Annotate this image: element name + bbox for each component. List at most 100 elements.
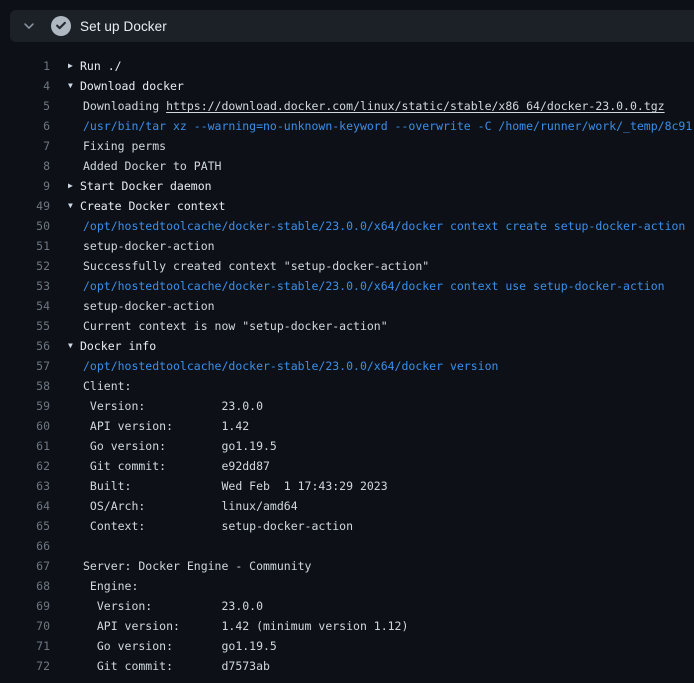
log-group-header[interactable]: ▶Start Docker daemon	[50, 176, 212, 196]
log-row: 65 Context: setup-docker-action	[0, 516, 694, 536]
log-row: 51setup-docker-action	[0, 236, 694, 256]
log-rows: 1▶Run ./4▼Download docker5Downloading ht…	[0, 56, 694, 676]
log-row: 49▼Create Docker context	[0, 196, 694, 216]
log-text: Version: 23.0.0	[83, 596, 263, 616]
check-circle-icon	[51, 16, 71, 36]
line-number[interactable]: 70	[0, 616, 50, 636]
line-number[interactable]: 66	[0, 536, 50, 556]
line-number[interactable]: 6	[0, 116, 50, 136]
log-text: Version: 23.0.0	[83, 396, 263, 416]
log-text: OS/Arch: linux/amd64	[83, 496, 298, 516]
log-group-header[interactable]: ▶Run ./	[50, 56, 122, 76]
log-line: /usr/bin/tar xz --warning=no-unknown-key…	[50, 116, 692, 136]
log-group-header[interactable]: ▼Docker info	[50, 336, 156, 356]
line-number[interactable]: 69	[0, 596, 50, 616]
log-line: Successfully created context "setup-dock…	[50, 256, 429, 276]
log-row: 72 Git commit: d7573ab	[0, 656, 694, 676]
log-line: API version: 1.42 (minimum version 1.12)	[50, 616, 408, 636]
line-number[interactable]: 57	[0, 356, 50, 376]
line-number[interactable]: 9	[0, 176, 50, 196]
log-row: 60 API version: 1.42	[0, 416, 694, 436]
line-number[interactable]: 49	[0, 196, 50, 216]
line-number[interactable]: 7	[0, 136, 50, 156]
log-text: Downloading	[83, 96, 166, 116]
log-group-header[interactable]: ▼Create Docker context	[50, 196, 225, 216]
line-number[interactable]: 64	[0, 496, 50, 516]
chevron-expanded-icon[interactable]: ▼	[68, 76, 80, 96]
log-viewer: 1▶Run ./4▼Download docker5Downloading ht…	[0, 42, 694, 676]
log-text: Context: setup-docker-action	[83, 516, 353, 536]
log-line: /opt/hostedtoolcache/docker-stable/23.0.…	[50, 276, 665, 296]
line-number[interactable]: 65	[0, 516, 50, 536]
log-row: 64 OS/Arch: linux/amd64	[0, 496, 694, 516]
line-number[interactable]: 53	[0, 276, 50, 296]
log-line: Server: Docker Engine - Community	[50, 556, 311, 576]
step-title: Set up Docker	[80, 19, 167, 34]
log-text: Go version: go1.19.5	[83, 436, 277, 456]
log-row: 57/opt/hostedtoolcache/docker-stable/23.…	[0, 356, 694, 376]
log-line: Go version: go1.19.5	[50, 636, 277, 656]
line-number[interactable]: 62	[0, 456, 50, 476]
line-number[interactable]: 68	[0, 576, 50, 596]
log-group-title[interactable]: Create Docker context	[80, 196, 225, 216]
line-number[interactable]: 61	[0, 436, 50, 456]
chevron-collapsed-icon[interactable]: ▶	[68, 56, 80, 76]
log-line: Current context is now "setup-docker-act…	[50, 316, 388, 336]
line-number[interactable]: 55	[0, 316, 50, 336]
log-line: setup-docker-action	[50, 236, 215, 256]
log-text: Git commit: d7573ab	[83, 656, 270, 676]
step-header[interactable]: Set up Docker	[10, 10, 694, 42]
log-text: API version: 1.42 (minimum version 1.12)	[83, 616, 408, 636]
log-command-text: /opt/hostedtoolcache/docker-stable/23.0.…	[83, 356, 498, 376]
log-row: 5Downloading https://download.docker.com…	[0, 96, 694, 116]
log-line: Go version: go1.19.5	[50, 436, 277, 456]
log-link[interactable]: https://download.docker.com/linux/static…	[166, 96, 665, 116]
log-command-text: /opt/hostedtoolcache/docker-stable/23.0.…	[83, 216, 685, 236]
chevron-collapsed-icon[interactable]: ▶	[68, 176, 80, 196]
log-row: 63 Built: Wed Feb 1 17:43:29 2023	[0, 476, 694, 496]
log-text: Added Docker to PATH	[83, 156, 221, 176]
line-number[interactable]: 58	[0, 376, 50, 396]
log-text: Current context is now "setup-docker-act…	[83, 316, 388, 336]
log-row: 50/opt/hostedtoolcache/docker-stable/23.…	[0, 216, 694, 236]
chevron-down-icon[interactable]	[20, 17, 38, 35]
log-row: 71 Go version: go1.19.5	[0, 636, 694, 656]
log-text: Git commit: e92dd87	[83, 456, 270, 476]
log-line: setup-docker-action	[50, 296, 215, 316]
line-number[interactable]: 50	[0, 216, 50, 236]
line-number[interactable]: 4	[0, 76, 50, 96]
log-line: Git commit: e92dd87	[50, 456, 270, 476]
log-row: 68 Engine:	[0, 576, 694, 596]
log-group-title[interactable]: Run ./	[80, 56, 122, 76]
line-number[interactable]: 5	[0, 96, 50, 116]
line-number[interactable]: 71	[0, 636, 50, 656]
log-row: 62 Git commit: e92dd87	[0, 456, 694, 476]
line-number[interactable]: 1	[0, 56, 50, 76]
log-line: Client:	[50, 376, 131, 396]
line-number[interactable]: 59	[0, 396, 50, 416]
log-group-title[interactable]: Start Docker daemon	[80, 176, 212, 196]
log-group-header[interactable]: ▼Download docker	[50, 76, 184, 96]
line-number[interactable]: 56	[0, 336, 50, 356]
log-group-title[interactable]: Download docker	[80, 76, 184, 96]
log-line: Downloading https://download.docker.com/…	[50, 96, 665, 116]
log-line: Fixing perms	[50, 136, 166, 156]
log-line: OS/Arch: linux/amd64	[50, 496, 298, 516]
line-number[interactable]: 60	[0, 416, 50, 436]
log-group-title[interactable]: Docker info	[80, 336, 156, 356]
log-row: 4▼Download docker	[0, 76, 694, 96]
log-line: Version: 23.0.0	[50, 396, 263, 416]
log-row: 9▶Start Docker daemon	[0, 176, 694, 196]
line-number[interactable]: 54	[0, 296, 50, 316]
line-number[interactable]: 63	[0, 476, 50, 496]
line-number[interactable]: 67	[0, 556, 50, 576]
line-number[interactable]: 52	[0, 256, 50, 276]
chevron-expanded-icon[interactable]: ▼	[68, 336, 80, 356]
log-text: Successfully created context "setup-dock…	[83, 256, 429, 276]
line-number[interactable]: 8	[0, 156, 50, 176]
line-number[interactable]: 51	[0, 236, 50, 256]
log-row: 6/usr/bin/tar xz --warning=no-unknown-ke…	[0, 116, 694, 136]
chevron-expanded-icon[interactable]: ▼	[68, 196, 80, 216]
line-number[interactable]: 72	[0, 656, 50, 676]
log-command-text: /opt/hostedtoolcache/docker-stable/23.0.…	[83, 276, 665, 296]
